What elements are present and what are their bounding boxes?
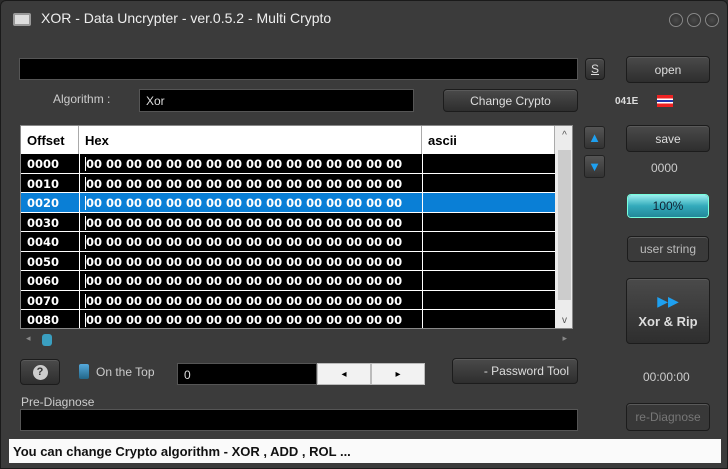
hex-cell: 00 00 00 00 00 00 00 00 00 00 00 00 00 0…: [85, 176, 403, 191]
ascii-cell: [422, 154, 423, 173]
hex-cell: 00 00 00 00 00 00 00 00 00 00 00 00 00 0…: [85, 313, 403, 327]
column-ascii[interactable]: ascii: [422, 126, 555, 154]
ascii-cell: [422, 251, 423, 270]
on-top-checkbox[interactable]: [79, 364, 89, 379]
hex-cell: 00 00 00 00 00 00 00 00 00 00 00 00 00 0…: [85, 196, 403, 210]
table-row[interactable]: 0040 00 00 00 00 00 00 00 00 00 00 00 00 …: [21, 232, 555, 252]
flag-icon: [657, 95, 673, 107]
save-button[interactable]: save: [626, 125, 710, 152]
open-button[interactable]: open: [626, 56, 710, 83]
table-row[interactable]: 0060 00 00 00 00 00 00 00 00 00 00 00 00 …: [21, 271, 555, 291]
ascii-cell: [422, 310, 423, 328]
on-top-label: On the Top: [96, 365, 155, 379]
hex-cell: 00 00 00 00 00 00 00 00 00 00 00 00 00 0…: [85, 215, 403, 230]
ascii-cell: [422, 232, 423, 251]
hex-cell: 00 00 00 00 00 00 00 00 00 00 00 00 00 0…: [85, 235, 403, 249]
algorithm-label: Algorithm :: [53, 92, 111, 106]
row-up-button[interactable]: ▲: [584, 126, 605, 149]
pre-diagnose-input[interactable]: [20, 409, 578, 431]
re-diagnose-button[interactable]: re-Diagnose: [626, 403, 710, 431]
ascii-cell: [422, 271, 423, 290]
offset-cell: 0070: [27, 293, 60, 308]
table-row[interactable]: 0010 00 00 00 00 00 00 00 00 00 00 00 00 …: [21, 173, 555, 193]
app-window: XOR - Data Uncrypter - ver.0.5.2 - Multi…: [0, 0, 728, 469]
offset-cell: 0060: [27, 274, 60, 288]
vertical-scrollbar[interactable]: ^ v: [555, 126, 572, 328]
hex-cell: 00 00 00 00 00 00 00 00 00 00 00 00 00 0…: [85, 274, 403, 288]
offset-cell: 0040: [27, 235, 60, 249]
hex-table[interactable]: Offset Hex ascii 0000 00 00 00 00 00 00 0…: [20, 125, 573, 329]
hex-cell: 00 00 00 00 00 00 00 00 00 00 00 00 00 0…: [85, 293, 403, 308]
ascii-cell: [422, 173, 423, 192]
progress-bar: 100%: [627, 194, 709, 218]
counter-value: 0000: [651, 161, 678, 175]
offset-cell: 0030: [27, 215, 60, 230]
offset-cell: 0050: [27, 254, 60, 269]
s-button[interactable]: S: [585, 58, 605, 80]
scroll-left-icon[interactable]: ◂: [26, 333, 31, 344]
offset-cell: 0020: [27, 196, 60, 210]
progress-label: 100%: [652, 199, 684, 213]
table-row[interactable]: 0030 00 00 00 00 00 00 00 00 00 00 00 00 …: [21, 212, 555, 232]
offset-cell: 0010: [27, 176, 60, 191]
timer: 00:00:00: [643, 370, 690, 384]
table-row[interactable]: 0000 00 00 00 00 00 00 00 00 00 00 00 00 …: [21, 154, 555, 174]
horizontal-scrollbar[interactable]: ◂ ▸: [20, 333, 573, 347]
row-down-button[interactable]: ▼: [584, 155, 605, 178]
xor-rip-label: Xor & Rip: [638, 314, 698, 329]
table-row[interactable]: 0070 00 00 00 00 00 00 00 00 00 00 00 00 …: [21, 290, 555, 310]
offset-cell: 0080: [27, 313, 60, 327]
change-crypto-button[interactable]: Change Crypto: [443, 89, 578, 112]
column-offset[interactable]: Offset: [21, 126, 79, 154]
file-path-input[interactable]: [19, 58, 578, 80]
decrement-button[interactable]: ◂: [317, 363, 371, 385]
h-scroll-thumb[interactable]: [42, 334, 52, 346]
ascii-cell: [422, 212, 423, 231]
ascii-cell: [422, 193, 423, 212]
pre-diagnose-label: Pre-Diagnose: [21, 395, 95, 409]
help-button[interactable]: ?: [20, 359, 60, 385]
scroll-up-icon[interactable]: ^: [555, 130, 572, 141]
password-tool-button[interactable]: - Password Tool: [452, 358, 578, 384]
help-icon: ?: [32, 364, 48, 380]
hex-cell: 00 00 00 00 00 00 00 00 00 00 00 00 00 0…: [85, 157, 403, 171]
scroll-right-icon[interactable]: ▸: [562, 333, 567, 344]
maximize-button[interactable]: [687, 13, 701, 27]
status-bar: You can change Crypto algorithm - XOR , …: [9, 439, 721, 463]
scroll-thumb[interactable]: [558, 150, 571, 300]
close-button[interactable]: [705, 13, 719, 27]
user-string-button[interactable]: user string: [627, 236, 709, 262]
offset-cell: 0000: [27, 157, 60, 171]
table-row[interactable]: 0050 00 00 00 00 00 00 00 00 00 00 00 00 …: [21, 251, 555, 271]
increment-button[interactable]: ▸: [371, 363, 425, 385]
number-input[interactable]: 0: [177, 363, 317, 385]
algorithm-input[interactable]: Xor: [139, 89, 414, 112]
column-hex[interactable]: Hex: [79, 126, 422, 154]
app-icon: [13, 13, 31, 26]
window-title: XOR - Data Uncrypter - ver.0.5.2 - Multi…: [41, 10, 332, 26]
table-row[interactable]: 0020 00 00 00 00 00 00 00 00 00 00 00 00 …: [21, 193, 555, 213]
hex-cell: 00 00 00 00 00 00 00 00 00 00 00 00 00 0…: [85, 254, 403, 269]
ascii-cell: [422, 290, 423, 309]
scroll-down-icon[interactable]: v: [555, 315, 572, 326]
table-row[interactable]: 0080 00 00 00 00 00 00 00 00 00 00 00 00 …: [21, 310, 555, 328]
xor-rip-button[interactable]: ▶▶ Xor & Rip: [626, 278, 710, 344]
locale-code: 041E: [615, 96, 639, 107]
fast-forward-icon: ▶▶: [657, 293, 679, 309]
minimize-button[interactable]: [669, 13, 683, 27]
